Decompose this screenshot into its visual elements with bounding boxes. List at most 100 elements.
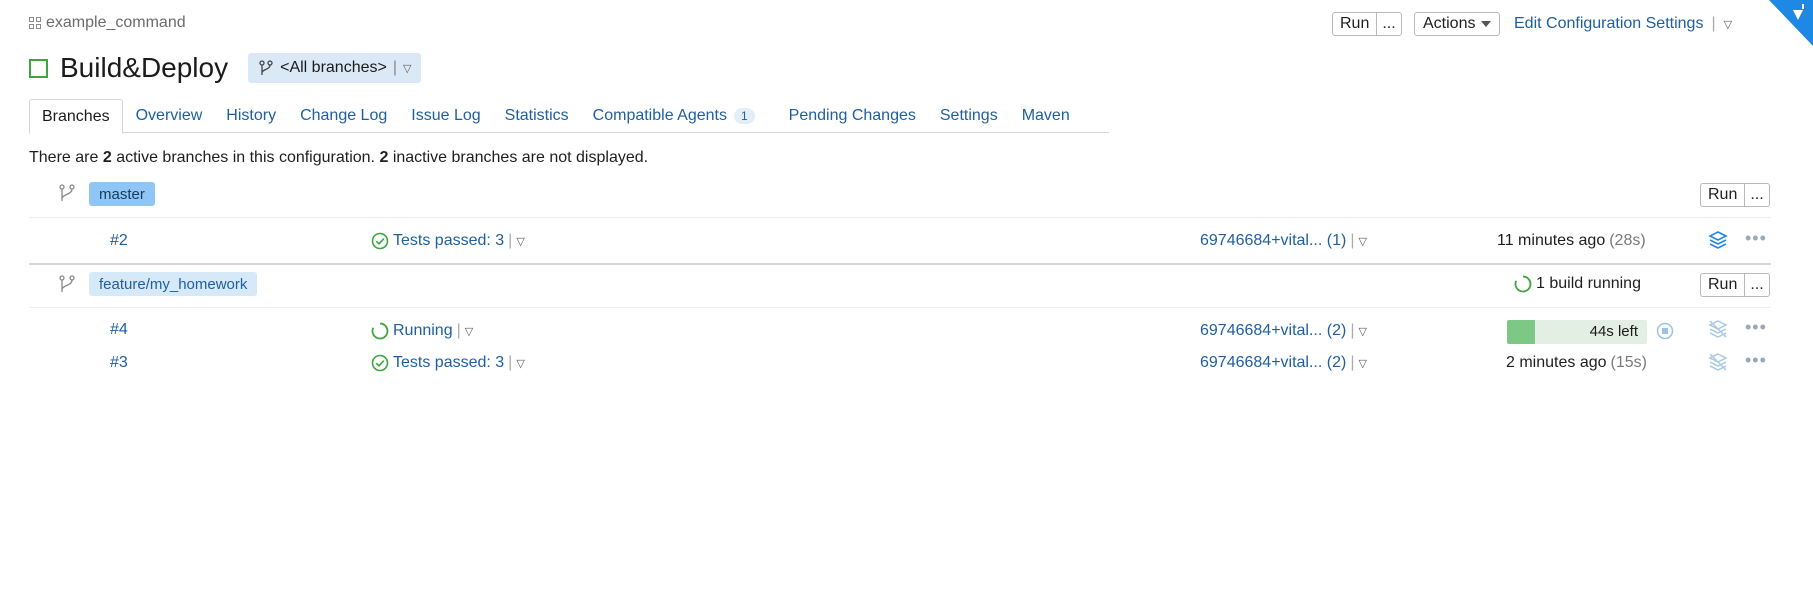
tab-label: Pending Changes (788, 107, 916, 124)
run-button[interactable]: Run (1333, 13, 1376, 35)
build-status: Tests passed: 3 | ▽ (371, 354, 525, 372)
stop-build-icon[interactable] (1656, 322, 1674, 340)
tab-statistics[interactable]: Statistics (493, 99, 581, 133)
separator: | (456, 322, 461, 339)
tab-overview[interactable]: Overview (124, 99, 215, 133)
build-status: Tests passed: 3 | ▽ (371, 232, 525, 250)
count-badge: 1 (733, 108, 755, 124)
dropdown-triangle-icon[interactable]: ▽ (1358, 325, 1366, 338)
changes-link[interactable]: 69746684+vital... (2) (1200, 322, 1346, 340)
page-title: Build&Deploy (60, 52, 229, 83)
summary-text: active branches in this configuration. (116, 149, 375, 166)
build-status: Running | ▽ (371, 322, 473, 340)
tab-label: Issue Log (411, 107, 481, 124)
progress-label: 44s left (1589, 323, 1638, 340)
layers-icon[interactable] (1707, 229, 1729, 251)
build-duration: (15s) (1610, 354, 1647, 371)
dropdown-triangle-icon[interactable]: ▽ (1724, 18, 1732, 31)
layers-icon[interactable] (1707, 351, 1729, 373)
row-separator (29, 307, 1771, 308)
branch-icon (58, 184, 76, 207)
corner-feedback-icon[interactable] (1763, 0, 1813, 48)
run-split-button: Run ... (1332, 12, 1402, 36)
build-number-link[interactable]: #4 (110, 321, 128, 339)
tab-history[interactable]: History (214, 99, 288, 133)
branch-name: master (89, 182, 155, 206)
dropdown-triangle-icon[interactable]: ▽ (1358, 235, 1366, 248)
project-link[interactable]: example_command (46, 14, 186, 32)
tab-label: Maven (1021, 107, 1070, 124)
changes-link[interactable]: 69746684+vital... (1) (1200, 232, 1346, 250)
branch-selector[interactable]: <All branches> | ▽ (248, 53, 422, 83)
run-button[interactable]: Run (1701, 274, 1744, 296)
build-number-link[interactable]: #2 (110, 232, 128, 250)
branch-divider (29, 263, 1771, 265)
summary-text: inactive branches are not displayed. (392, 149, 649, 166)
inactive-count: 2 (379, 149, 389, 166)
branches-summary: There are 2 active branches in this conf… (29, 149, 648, 167)
build-progress-bar[interactable]: 44s left (1507, 320, 1647, 344)
actions-label: Actions (1423, 15, 1476, 32)
run-options-button[interactable]: ... (1376, 13, 1400, 35)
build-changes: 69746684+vital... (2) | ▽ (1200, 322, 1367, 340)
dropdown-triangle-icon[interactable]: ▽ (516, 357, 524, 370)
more-options-icon[interactable]: ••• (1745, 228, 1767, 249)
dropdown-triangle-icon[interactable]: ▽ (465, 325, 473, 338)
progress-fill (1507, 320, 1535, 344)
build-changes: 69746684+vital... (2) | ▽ (1200, 354, 1367, 372)
edit-configuration-link[interactable]: Edit Configuration Settings | ▽ (1514, 15, 1732, 33)
run-options-button[interactable]: ... (1744, 184, 1768, 206)
tab-label: Change Log (300, 107, 388, 124)
actions-button[interactable]: Actions (1414, 12, 1501, 36)
more-options-icon[interactable]: ••• (1745, 350, 1767, 371)
tab-branches[interactable]: Branches (29, 99, 123, 134)
layers-icon[interactable] (1707, 318, 1729, 340)
tab-label: History (226, 107, 277, 124)
breadcrumb: example_command (29, 14, 186, 32)
tab-maven[interactable]: Maven (1010, 99, 1082, 133)
changes-link[interactable]: 69746684+vital... (2) (1200, 354, 1346, 372)
build-status-link[interactable]: Tests passed: 3 (393, 354, 504, 372)
tab-label: Statistics (504, 107, 569, 124)
active-count: 2 (102, 149, 112, 166)
more-options-icon[interactable]: ••• (1745, 317, 1767, 338)
tab-compatible-agents[interactable]: Compatible Agents 1 (581, 99, 767, 133)
tab-bar: Branches Overview History Change Log Iss… (29, 99, 1109, 134)
separator: | (1350, 232, 1355, 249)
dropdown-triangle-icon[interactable]: ▽ (516, 235, 524, 248)
running-label: 1 build running (1536, 275, 1641, 292)
build-status-link[interactable]: Running (393, 322, 453, 340)
build-number-link[interactable]: #3 (110, 354, 128, 372)
tab-label: Compatible Agents (592, 107, 727, 124)
edit-configuration-label: Edit Configuration Settings (1514, 15, 1704, 32)
dropdown-triangle-icon[interactable]: ▽ (1358, 357, 1366, 370)
chevron-down-icon (1481, 21, 1492, 27)
separator: | (508, 354, 513, 371)
build-time-ago: 2 minutes ago (1506, 354, 1607, 371)
tab-pending-changes[interactable]: Pending Changes (777, 99, 928, 133)
branch-icon (259, 60, 273, 75)
branch-icon (58, 275, 76, 298)
build-time: 2 minutes ago (15s) (1506, 354, 1647, 372)
grid-icon (29, 17, 41, 29)
branch-tag-master[interactable]: master (89, 182, 155, 206)
build-time-ago: 11 minutes ago (1497, 232, 1606, 249)
row-separator (29, 217, 1771, 218)
build-status-link[interactable]: Tests passed: 3 (393, 232, 504, 250)
run-button[interactable]: Run (1701, 184, 1744, 206)
dropdown-triangle-icon: ▽ (403, 62, 412, 75)
spinner-icon (371, 322, 389, 340)
separator: | (1711, 15, 1716, 32)
branch-running-status: 1 build running (1514, 275, 1641, 293)
run-options-button[interactable]: ... (1744, 274, 1768, 296)
tab-change-log[interactable]: Change Log (288, 99, 399, 133)
tab-label: Overview (135, 107, 203, 124)
tab-issue-log[interactable]: Issue Log (399, 99, 492, 133)
tab-label: Settings (939, 107, 998, 124)
separator: | (1350, 322, 1355, 339)
branch-selector-label: <All branches> (280, 59, 387, 76)
check-circle-icon (371, 232, 389, 250)
check-circle-icon (371, 354, 389, 372)
branch-tag-feature[interactable]: feature/my_homework (89, 272, 258, 296)
tab-settings[interactable]: Settings (928, 99, 1010, 133)
